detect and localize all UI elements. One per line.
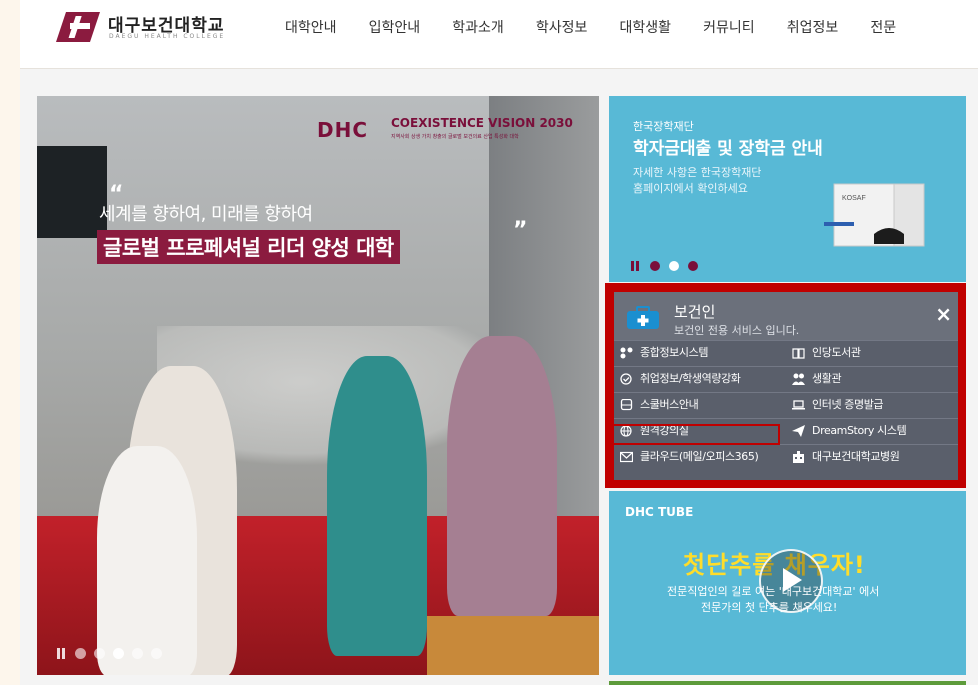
slide-dot[interactable] [94, 648, 106, 659]
link-certificate[interactable]: 인터넷 증명발급 [786, 392, 958, 418]
link-dreamstory[interactable]: DreamStory 시스템 [786, 418, 958, 444]
pause-icon[interactable] [62, 648, 65, 659]
college-logo-icon[interactable] [52, 12, 100, 42]
nav-item-admission[interactable]: 입학안내 [369, 17, 421, 37]
network-icon [620, 347, 633, 359]
people-icon [792, 373, 805, 385]
banner-description: 홈페이지에서 확인하세요 [633, 182, 748, 195]
close-quote-mark: ” [513, 218, 528, 243]
link-label: 인당도서관 [812, 346, 861, 359]
link-label: 대구보건대학교병원 [812, 450, 900, 463]
nav-item-about[interactable]: 대학안내 [285, 17, 337, 37]
scholarship-banner[interactable]: 한국장학재단 학자금대출 및 장학금 안내 자세한 사항은 한국장학재단 홈페이… [609, 96, 966, 282]
slide-dot[interactable] [75, 648, 87, 659]
book-icon [792, 348, 805, 359]
hero-pagination [57, 644, 163, 659]
link-school-bus[interactable]: 스쿨버스안내 [614, 392, 786, 418]
banner-organization: 한국장학재단 [633, 120, 694, 133]
laptop-icon [792, 400, 805, 410]
quick-service-panel: 보건인 보건인 전용 서비스 입니다. × 종합정보시스템 인당도서관 취업정보… [614, 292, 958, 480]
link-hospital[interactable]: 대구보건대학교병원 [786, 444, 958, 470]
nav-item-academics[interactable]: 학사정보 [536, 17, 588, 37]
banner-description: 자세한 사항은 한국장학재단 [633, 166, 762, 179]
link-label: 종합정보시스템 [640, 346, 709, 359]
mail-icon [620, 451, 633, 463]
main-visual-slider[interactable]: DHC COEXISTENCE VISION 2030 지역사회 상생 가치 창… [37, 96, 599, 675]
tube-caption: 전문가의 첫 단추를 채우세요! [701, 601, 838, 614]
check-circle-icon [620, 373, 632, 385]
panel-subtitle: 보건인 전용 서비스 입니다. [674, 324, 800, 337]
paper-plane-icon [792, 425, 805, 437]
highlight-box [612, 424, 780, 445]
site-header: 대구보건대학교 DAEGU HEALTH COLLEGE 대학안내 입학안내 학… [20, 0, 978, 69]
link-label: 생활관 [812, 372, 842, 385]
vision-subtitle: 지역사회 상생 가치 창출의 글로벌 보건의료 산업 특성화 대학 [391, 134, 519, 140]
link-integrated-info-system[interactable]: 종합정보시스템 [614, 340, 786, 366]
banner-title: 학자금대출 및 장학금 안내 [633, 139, 823, 159]
pause-icon[interactable] [57, 648, 60, 659]
hero-tagline: 글로벌 프로페셔널 리더 양성 대학 [97, 230, 400, 264]
nav-item-community[interactable]: 커뮤니티 [703, 17, 755, 37]
medical-kit-icon [627, 306, 659, 329]
link-label: DreamStory 시스템 [812, 424, 907, 437]
vision-2030-logo: DHC COEXISTENCE VISION 2030 지역사회 상생 가치 창… [317, 116, 587, 146]
nav-item-departments[interactable]: 학과소개 [452, 17, 504, 37]
students-photo [97, 336, 577, 675]
panel-header: 보건인 보건인 전용 서비스 입니다. × [614, 292, 958, 340]
kosaf-book-icon: KOSAF [824, 183, 925, 247]
pause-icon[interactable] [636, 261, 639, 271]
slide-dot-active[interactable] [113, 648, 125, 659]
banner-pagination [631, 256, 699, 275]
link-cloud-mail[interactable]: 클라우드(메일/오피스365) [614, 444, 786, 470]
vision-logo-mark: DHC [317, 118, 369, 142]
link-label: 클라우드(메일/오피스365) [640, 450, 759, 463]
dhc-tube-video[interactable]: DHC TUBE 첫단추를 채우자! 전문직업인의 길로 여는 '대구보건대학교… [609, 491, 966, 675]
nav-item-more[interactable]: 전문 [870, 17, 896, 37]
tube-label: DHC TUBE [625, 505, 694, 519]
slide-dot[interactable] [132, 648, 144, 659]
tube-caption: 전문직업인의 길로 여는 '대구보건대학교' 에서 [667, 585, 880, 598]
vision-title: COEXISTENCE VISION 2030 [391, 116, 573, 130]
link-label: 취업정보/학생역량강화 [640, 372, 741, 385]
link-label: 스쿨버스안내 [640, 398, 699, 411]
book-label: KOSAF [842, 195, 866, 202]
pause-icon[interactable] [631, 261, 634, 271]
college-name-english: DAEGU HEALTH COLLEGE [109, 33, 226, 40]
banner-dot-active[interactable] [669, 261, 680, 271]
wall-screen [37, 146, 107, 238]
banner-dot[interactable] [650, 261, 661, 271]
link-dormitory[interactable]: 생활관 [786, 366, 958, 392]
hero-headline: 세계를 향하여, 미래를 향하여 [99, 204, 313, 225]
next-section-edge [609, 681, 966, 685]
close-icon[interactable]: × [935, 302, 952, 326]
bus-icon [620, 399, 633, 411]
panel-title: 보건인 [674, 303, 716, 321]
banner-dot[interactable] [688, 261, 699, 271]
link-library[interactable]: 인당도서관 [786, 340, 958, 366]
main-navigation: 대학안내 입학안내 학과소개 학사정보 대학생활 커뮤니티 취업정보 전문 [285, 17, 923, 37]
link-label: 인터넷 증명발급 [812, 398, 884, 411]
nav-item-campus-life[interactable]: 대학생활 [620, 17, 672, 37]
hospital-icon [793, 451, 804, 463]
link-career-info[interactable]: 취업정보/학생역량강화 [614, 366, 786, 392]
nav-item-careers[interactable]: 취업정보 [787, 17, 839, 37]
slide-dot[interactable] [151, 648, 163, 659]
